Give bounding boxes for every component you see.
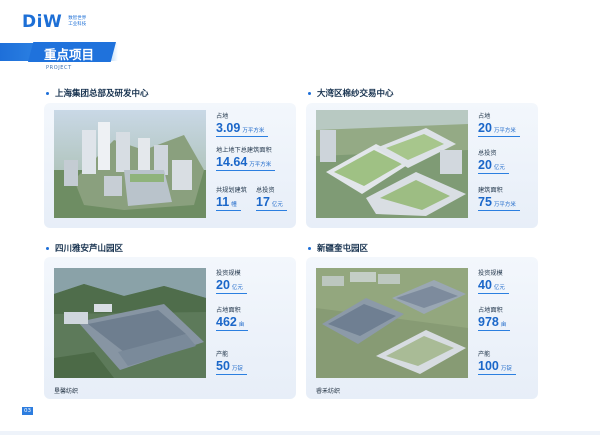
- stat-number: 3.09: [216, 121, 241, 135]
- project-caption-xinjiang: 睿禾纺织: [316, 388, 341, 395]
- stat-value-row: 978 亩: [478, 315, 511, 331]
- stat-unit: 万平方米: [242, 128, 265, 134]
- project-title-sichuan: 四川雅安芦山园区: [46, 242, 123, 254]
- bullet-icon: [308, 91, 311, 95]
- stat-xinjiang-capacity: 产能 100 万锭: [478, 349, 516, 375]
- stat-label: 共规划建筑: [216, 187, 247, 194]
- stat-number: 100: [478, 359, 499, 373]
- brand-mark: DiW: [22, 12, 63, 32]
- project-title-text: 上海集团总部及研发中心: [55, 89, 149, 99]
- stat-number: 50: [216, 359, 230, 373]
- stat-shanghai-land: 占地 3.09 万平方米: [216, 111, 269, 137]
- stat-value-row: 3.09 万平方米: [216, 121, 269, 137]
- stat-shanghai-area: 地上地下总建筑面积 14.64 万平方米: [216, 145, 276, 171]
- stat-bay-area: 建筑面积 75 万平方米: [478, 185, 520, 211]
- stat-bay-land: 占地 20 万平方米: [478, 111, 520, 137]
- bullet-icon: [46, 91, 49, 95]
- project-caption-sichuan: 垦馨纺织: [54, 388, 79, 395]
- project-title-text: 四川雅安芦山园区: [55, 244, 124, 254]
- stat-value-row: 11 幢: [216, 195, 241, 211]
- project-photo-xinjiang: [316, 268, 468, 378]
- stat-value-row: 75 万平方米: [478, 195, 520, 211]
- project-photo-sichuan: [54, 268, 206, 378]
- stat-number: 75: [478, 195, 492, 209]
- stat-value-row: 40 亿元: [478, 278, 509, 294]
- section-subtitle: PROJECT: [46, 65, 72, 71]
- stat-shanghai-buildings: 共规划建筑 11 幢: [216, 185, 247, 211]
- stat-label: 产能: [216, 351, 229, 358]
- stat-number: 462: [216, 315, 237, 329]
- stat-number: 20: [478, 158, 492, 172]
- stat-value-row: 20 万平方米: [478, 121, 520, 137]
- stat-value-row: 100 万锭: [478, 359, 516, 375]
- stat-sichuan-area: 占地面积 462 亩: [216, 305, 249, 331]
- stat-unit: 幢: [231, 202, 237, 208]
- stat-sichuan-capacity: 产能 50 万锭: [216, 349, 247, 375]
- stat-label: 占地面积: [216, 307, 241, 314]
- stat-number: 40: [478, 278, 492, 292]
- brand-tagline: 数智世界 工业科技: [68, 16, 86, 28]
- stat-value-row: 20 亿元: [216, 278, 247, 294]
- stat-number: 978: [478, 315, 499, 329]
- stat-number: 17: [256, 195, 270, 209]
- stat-value-row: 50 万锭: [216, 359, 247, 375]
- stat-unit: 万锭: [500, 366, 512, 372]
- project-photo-bay-area: [316, 110, 468, 218]
- project-title-shanghai: 上海集团总部及研发中心: [46, 87, 149, 99]
- stat-unit: 亿元: [493, 165, 505, 171]
- stat-label: 总投资: [256, 187, 275, 194]
- stat-label: 占地面积: [478, 307, 503, 314]
- brand-logo: DiW 数智世界 工业科技: [22, 12, 86, 32]
- bullet-icon: [46, 246, 49, 250]
- stat-number: 20: [216, 278, 230, 292]
- stat-number: 11: [216, 195, 230, 209]
- stat-unit: 万平方米: [249, 162, 272, 168]
- stat-unit: 万锭: [231, 366, 243, 372]
- stat-label: 占地: [216, 113, 229, 120]
- stat-label: 地上地下总建筑面积: [216, 147, 272, 154]
- stat-label: 产能: [478, 351, 491, 358]
- footer-band: [0, 431, 600, 435]
- stat-label: 建筑面积: [478, 187, 503, 194]
- stat-xinjiang-investment: 投资规模 40 亿元: [478, 268, 509, 294]
- page-number: 03: [22, 407, 33, 415]
- stat-unit: 亩: [500, 322, 507, 328]
- project-title-xinjiang: 新疆奎屯园区: [308, 242, 368, 254]
- stat-value-row: 20 亿元: [478, 158, 509, 174]
- stat-label: 总投资: [478, 150, 497, 157]
- project-title-text: 大湾区棉纱交易中心: [317, 89, 394, 99]
- stat-sichuan-investment: 投资规模 20 亿元: [216, 268, 247, 294]
- stat-unit: 亿元: [231, 285, 243, 291]
- project-title-text: 新疆奎屯园区: [317, 244, 369, 254]
- stat-label: 投资规模: [216, 270, 241, 277]
- project-photo-shanghai: [54, 110, 206, 218]
- stat-unit: 万平方米: [493, 128, 516, 134]
- stat-label: 占地: [478, 113, 491, 120]
- stat-xinjiang-area: 占地面积 978 亩: [478, 305, 511, 331]
- stat-number: 20: [478, 121, 492, 135]
- stat-number: 14.64: [216, 155, 248, 169]
- stat-value-row: 14.64 万平方米: [216, 155, 276, 171]
- stat-value-row: 462 亩: [216, 315, 249, 331]
- stat-label: 投资规模: [478, 270, 503, 277]
- brand-tagline-line2: 工业科技: [68, 22, 87, 27]
- stat-bay-investment: 总投资 20 亿元: [478, 148, 509, 174]
- stat-unit: 亿元: [271, 202, 283, 208]
- section-title: 重点项目: [44, 47, 95, 62]
- project-title-bay-area: 大湾区棉纱交易中心: [308, 87, 394, 99]
- stat-unit: 万平方米: [493, 202, 516, 208]
- stat-unit: 亿元: [493, 285, 505, 291]
- bullet-icon: [308, 246, 311, 250]
- stat-shanghai-investment: 总投资 17 亿元: [256, 185, 287, 211]
- stat-unit: 亩: [238, 322, 245, 328]
- stat-value-row: 17 亿元: [256, 195, 287, 211]
